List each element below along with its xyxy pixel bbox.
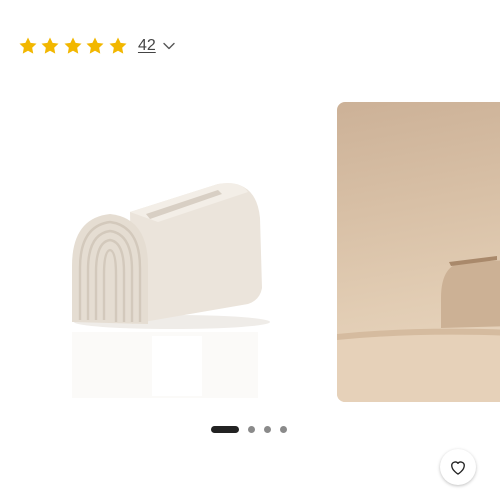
pagination-dot-active[interactable] [211,425,239,433]
pagination-dot[interactable] [264,425,271,433]
star-rating [18,36,130,56]
lifestyle-image[interactable] [337,102,500,402]
tissue-box-product-photo [72,183,270,398]
carousel-pagination [211,424,296,434]
star-icon [63,36,83,56]
product-image-carousel[interactable] [0,100,500,485]
star-icon [18,36,38,56]
star-icon [85,36,105,56]
review-count-link[interactable]: 42 [138,37,156,55]
tissue-box-lifestyle-photo [337,256,500,402]
star-icon [108,36,128,56]
pagination-dot[interactable] [280,425,287,433]
product-image[interactable] [22,100,322,400]
product-rating: 42 [18,34,176,58]
heart-icon [451,461,465,475]
chevron-down-icon[interactable] [162,39,176,53]
wishlist-button[interactable] [440,449,476,485]
pagination-dot[interactable] [248,425,255,433]
star-icon [40,36,60,56]
